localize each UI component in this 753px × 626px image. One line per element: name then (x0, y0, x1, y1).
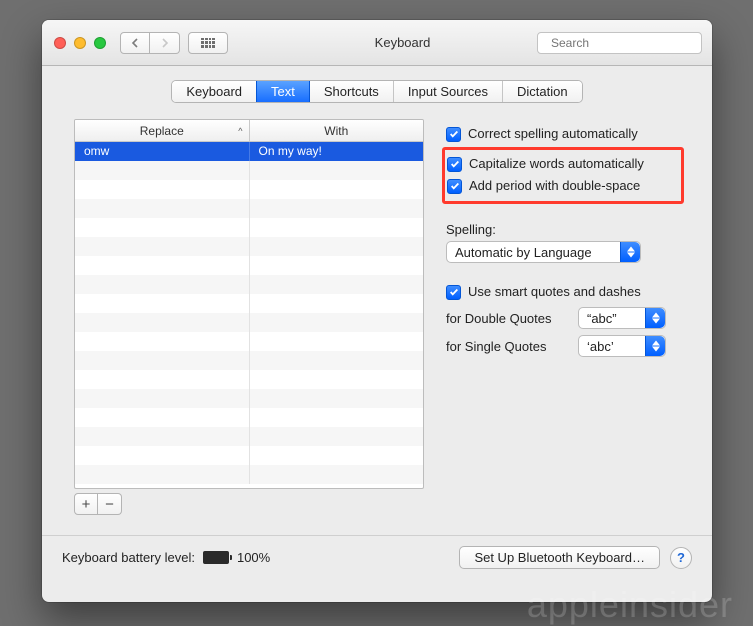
single-quotes-label: for Single Quotes (446, 339, 566, 354)
single-quotes-row: for Single Quotes ‘abc’ (446, 335, 680, 357)
table-row[interactable]: omwOn my way! (75, 142, 423, 161)
tab-text[interactable]: Text (257, 81, 310, 102)
table-row[interactable] (75, 332, 423, 351)
replacements-column: Replace ^ With omwOn my way! + − (74, 119, 424, 515)
nav-back-forward (120, 32, 180, 54)
search-field[interactable] (537, 32, 702, 54)
tab-bar: KeyboardTextShortcutsInput SourcesDictat… (42, 66, 712, 115)
add-row-button[interactable]: + (74, 493, 98, 515)
column-with[interactable]: With (250, 120, 424, 141)
text-options: Correct spelling automatically Capitaliz… (446, 119, 680, 515)
battery-label: Keyboard battery level: (62, 550, 195, 565)
table-row[interactable] (75, 199, 423, 218)
table-row[interactable] (75, 294, 423, 313)
highlight-box: Capitalize words automatically Add perio… (442, 147, 684, 204)
chevron-up-down-icon (645, 336, 665, 356)
battery-icon (203, 551, 229, 564)
preferences-window: Keyboard KeyboardTextShortcutsInput Sour… (42, 20, 712, 602)
column-replace[interactable]: Replace ^ (75, 120, 250, 141)
select-value: ‘abc’ (587, 339, 614, 354)
battery-status: Keyboard battery level: 100% (62, 550, 270, 565)
help-button[interactable]: ? (670, 547, 692, 569)
table-row[interactable] (75, 408, 423, 427)
chevron-up-down-icon (620, 242, 640, 262)
table-row[interactable] (75, 427, 423, 446)
window-controls (54, 37, 106, 49)
table-row[interactable] (75, 389, 423, 408)
table-row[interactable] (75, 465, 423, 484)
double-quotes-label: for Double Quotes (446, 311, 566, 326)
checkbox-label: Use smart quotes and dashes (468, 283, 641, 301)
single-quotes-select[interactable]: ‘abc’ (578, 335, 666, 357)
show-all-button[interactable] (188, 32, 228, 54)
table-row[interactable] (75, 446, 423, 465)
table-row[interactable] (75, 237, 423, 256)
cell-replace: omw (75, 142, 250, 161)
window-title: Keyboard (375, 35, 431, 50)
chevron-up-down-icon (645, 308, 665, 328)
table-row[interactable] (75, 275, 423, 294)
table-row[interactable] (75, 370, 423, 389)
replacements-table[interactable]: Replace ^ With omwOn my way! (74, 119, 424, 489)
table-row[interactable] (75, 351, 423, 370)
table-row[interactable] (75, 180, 423, 199)
checkbox-double-space[interactable]: Add period with double-space (447, 177, 677, 195)
tab-dictation[interactable]: Dictation (503, 81, 582, 102)
table-row[interactable] (75, 161, 423, 180)
grid-icon (201, 38, 215, 48)
sort-indicator-icon: ^ (238, 126, 242, 136)
back-button[interactable] (120, 32, 150, 54)
table-controls: + − (74, 493, 424, 515)
spelling-select[interactable]: Automatic by Language (446, 241, 641, 263)
forward-button[interactable] (150, 32, 180, 54)
remove-row-button[interactable]: − (98, 493, 122, 515)
checkbox-label: Add period with double-space (469, 177, 640, 195)
tab-input-sources[interactable]: Input Sources (394, 81, 503, 102)
checkbox-capitalize[interactable]: Capitalize words automatically (447, 155, 677, 173)
checkbox-label: Capitalize words automatically (469, 155, 644, 173)
table-header[interactable]: Replace ^ With (75, 120, 423, 142)
footer: Keyboard battery level: 100% Set Up Blue… (42, 535, 712, 579)
table-row[interactable] (75, 256, 423, 275)
checkbox-label: Correct spelling automatically (468, 125, 638, 143)
bluetooth-setup-button[interactable]: Set Up Bluetooth Keyboard… (459, 546, 660, 569)
content-panel: Replace ^ With omwOn my way! + − (62, 115, 692, 523)
select-value: “abc” (587, 311, 617, 326)
battery-pct: 100% (237, 550, 270, 565)
minimize-window-button[interactable] (74, 37, 86, 49)
table-row[interactable] (75, 218, 423, 237)
tab-shortcuts[interactable]: Shortcuts (310, 81, 394, 102)
close-window-button[interactable] (54, 37, 66, 49)
search-input[interactable] (549, 35, 708, 51)
toolbar: Keyboard (42, 20, 712, 66)
double-quotes-select[interactable]: “abc” (578, 307, 666, 329)
cell-with: On my way! (250, 142, 424, 161)
zoom-window-button[interactable] (94, 37, 106, 49)
checkbox-smart-quotes[interactable]: Use smart quotes and dashes (446, 283, 680, 301)
tab-keyboard[interactable]: Keyboard (172, 81, 257, 102)
double-quotes-row: for Double Quotes “abc” (446, 307, 680, 329)
table-row[interactable] (75, 313, 423, 332)
checkbox-correct-spelling[interactable]: Correct spelling automatically (446, 125, 680, 143)
select-value: Automatic by Language (455, 245, 592, 260)
spelling-label: Spelling: (446, 222, 680, 237)
